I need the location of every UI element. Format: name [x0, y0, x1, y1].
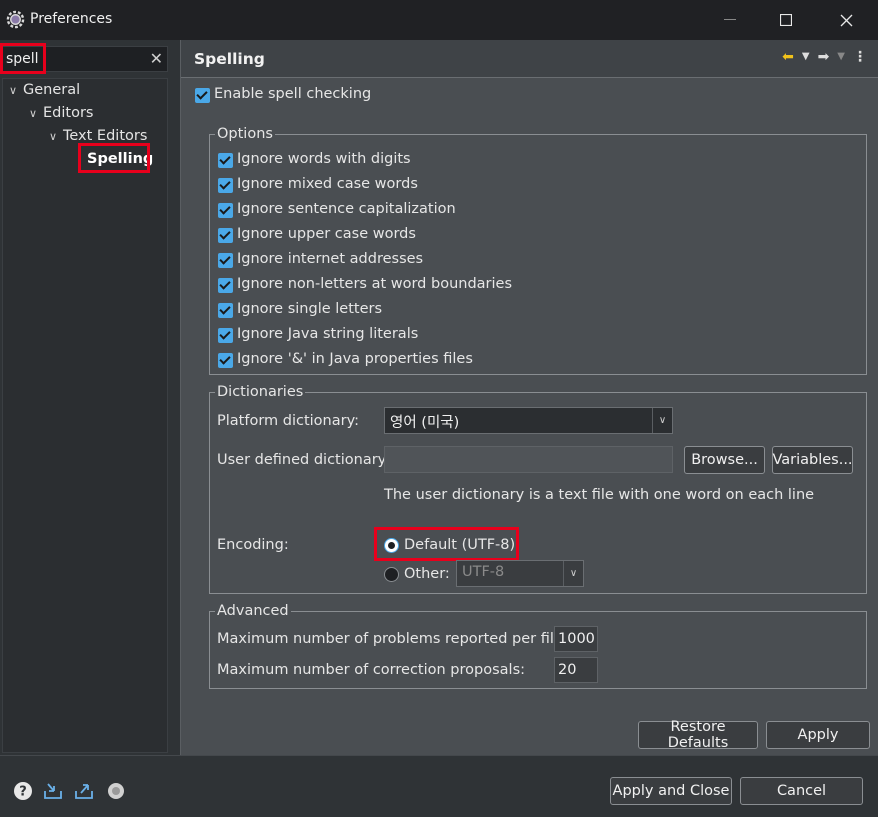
option-checkbox[interactable] [218, 303, 233, 318]
option-checkbox[interactable] [218, 228, 233, 243]
maximize-icon [780, 14, 792, 26]
tree-item-label: Text Editors [63, 128, 148, 144]
user-dictionary-label: User defined dictionary: [217, 452, 391, 468]
svg-text:?: ? [19, 785, 27, 800]
variables-button[interactable]: Variables... [772, 446, 853, 474]
back-arrow-icon[interactable]: ⬅ [782, 49, 794, 65]
platform-dictionary-label: Platform dictionary: [217, 413, 359, 429]
max-problems-label: Maximum number of problems reported per … [217, 631, 568, 647]
forward-menu-icon[interactable]: ▼ [837, 49, 845, 65]
enable-spell-checkbox[interactable] [195, 88, 210, 103]
encoding-label: Encoding: [217, 537, 289, 553]
tree-item-editors[interactable]: ∨ Editors [29, 105, 93, 121]
tree-item-label: Editors [43, 105, 94, 121]
filter-highlight [0, 43, 46, 74]
oomph-settings-icon[interactable] [106, 781, 126, 801]
page-header: Spelling ⬅ ▼ ➡ ▼ ⋮ [181, 40, 878, 78]
platform-dictionary-select[interactable]: 영어 (미국) ∨ [384, 407, 673, 434]
option-label: Ignore non-letters at word boundaries [237, 276, 513, 292]
chevron-down-icon: ∨ [652, 408, 672, 433]
left-panel: ✕ ∨General ∨Editors ∨Text Editors Spelli… [0, 40, 172, 755]
option-label: Ignore upper case words [237, 226, 416, 242]
advanced-group-title: Advanced [215, 603, 291, 619]
page-title: Spelling [194, 50, 265, 68]
other-encoding-select[interactable]: UTF-8 ∨ [456, 560, 584, 587]
minimize-icon [724, 19, 736, 20]
user-dictionary-hint: The user dictionary is a text file with … [384, 487, 815, 503]
option-label: Ignore single letters [237, 301, 383, 317]
user-dictionary-field[interactable] [384, 446, 673, 473]
export-icon[interactable] [74, 781, 94, 801]
panel-sash[interactable] [170, 40, 180, 755]
dictionaries-group-title: Dictionaries [215, 384, 306, 400]
option-checkbox[interactable] [218, 203, 233, 218]
right-panel: Spelling ⬅ ▼ ➡ ▼ ⋮ Enable spell checking… [180, 40, 878, 755]
option-checkbox[interactable] [218, 353, 233, 368]
platform-dictionary-value: 영어 (미국) [390, 415, 460, 431]
close-icon [840, 14, 852, 26]
encoding-highlight [374, 527, 519, 561]
max-proposals-label: Maximum number of correction proposals: [217, 662, 526, 678]
option-checkbox[interactable] [218, 178, 233, 193]
chevron-down-icon: ∨ [563, 561, 583, 586]
chevron-down-icon[interactable]: ∨ [9, 84, 23, 97]
forward-arrow-icon[interactable]: ➡ [818, 49, 830, 65]
window-title: Preferences [30, 11, 113, 27]
option-checkbox[interactable] [218, 153, 233, 168]
cancel-button[interactable]: Cancel [740, 777, 863, 805]
eclipse-gear-icon [6, 10, 25, 29]
bottom-bar: ? Apply and Close Cancel [0, 755, 878, 817]
minimize-button[interactable] [702, 0, 758, 40]
title-bar: Preferences [0, 0, 878, 40]
option-label: Ignore Java string literals [237, 326, 419, 342]
option-checkbox[interactable] [218, 253, 233, 268]
max-problems-field[interactable]: 1000 [554, 626, 598, 652]
maximize-button[interactable] [758, 0, 814, 40]
apply-button[interactable]: Apply [766, 721, 870, 749]
chevron-down-icon[interactable]: ∨ [49, 130, 63, 143]
spelling-highlight [78, 143, 150, 173]
tree-item-text-editors[interactable]: ∨ Text Editors [49, 128, 147, 144]
option-label: Ignore '&' in Java properties files [237, 351, 473, 367]
options-group-title: Options [215, 126, 275, 142]
max-proposals-field[interactable]: 20 [554, 657, 598, 683]
other-encoding-value: UTF-8 [462, 564, 505, 580]
other-encoding-label: Other: [404, 566, 450, 582]
apply-and-close-button[interactable]: Apply and Close [610, 777, 732, 805]
back-menu-icon[interactable]: ▼ [802, 49, 810, 65]
view-menu-icon[interactable]: ⋮ [853, 49, 867, 65]
preferences-tree: ∨ General ∨ Editors ∨ Text Editors Spelling [2, 78, 168, 753]
other-encoding-radio[interactable] [384, 567, 399, 582]
enable-spell-label: Enable spell checking [214, 86, 372, 102]
chevron-down-icon[interactable]: ∨ [29, 107, 43, 120]
tree-item-label: General [23, 82, 81, 98]
close-button[interactable] [818, 0, 874, 40]
import-icon[interactable] [43, 781, 63, 801]
option-checkbox[interactable] [218, 328, 233, 343]
option-checkbox[interactable] [218, 278, 233, 293]
option-label: Ignore mixed case words [237, 176, 418, 192]
browse-button[interactable]: Browse... [684, 446, 765, 474]
restore-defaults-button[interactable]: Restore Defaults [638, 719, 758, 751]
help-icon[interactable]: ? [13, 781, 33, 801]
tree-item-general[interactable]: ∨ General [9, 82, 80, 98]
option-label: Ignore sentence capitalization [237, 201, 456, 217]
option-label: Ignore words with digits [237, 151, 411, 167]
nav-icons: ⬅ ▼ ➡ ▼ ⋮ [782, 49, 867, 65]
option-label: Ignore internet addresses [237, 251, 424, 267]
clear-filter-icon[interactable]: ✕ [150, 49, 163, 68]
